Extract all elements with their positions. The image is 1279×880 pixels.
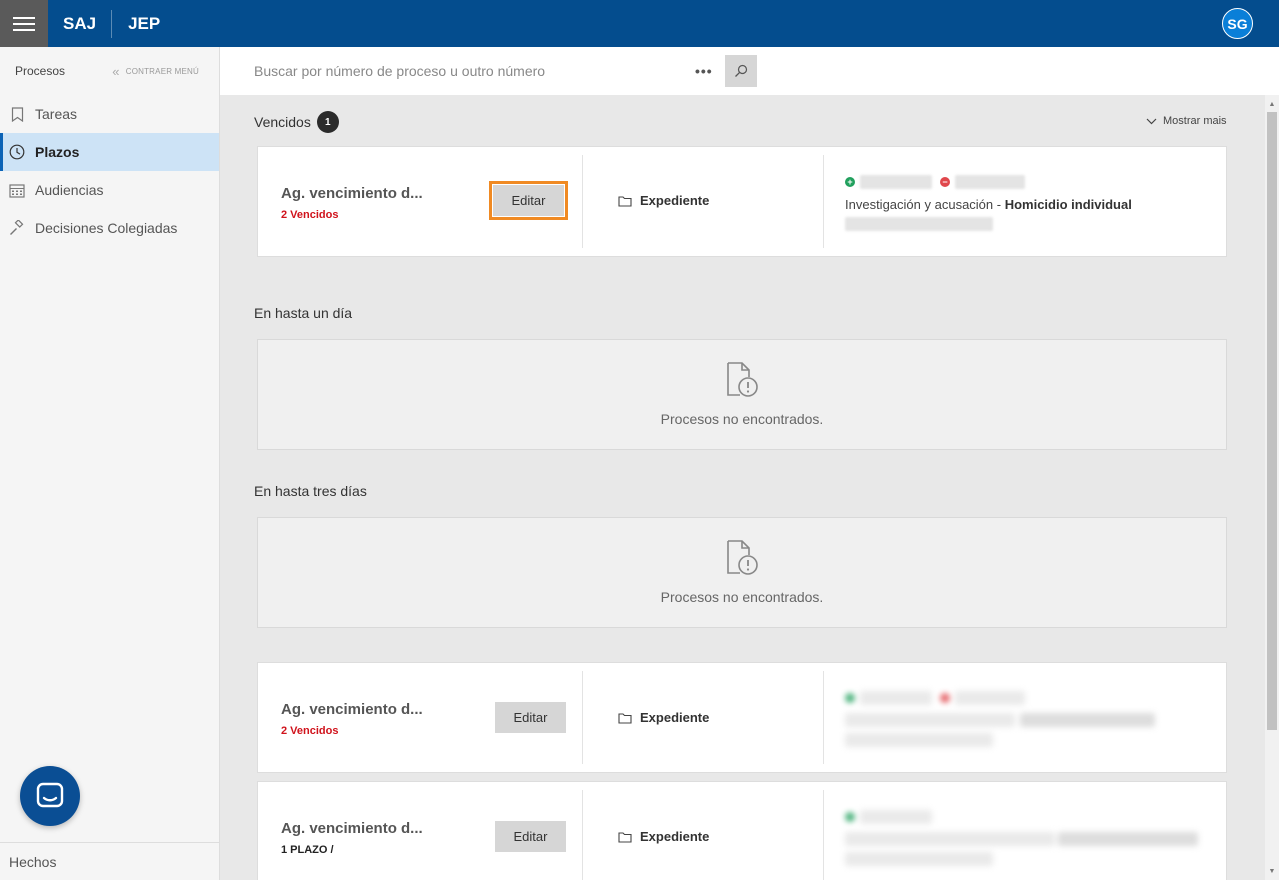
brand-saj[interactable]: SAJ bbox=[48, 10, 111, 38]
sidebar-item-plazos[interactable]: Plazos bbox=[0, 133, 219, 171]
gavel-icon bbox=[9, 220, 25, 236]
expediente-label: Expediente bbox=[640, 193, 710, 208]
clock-icon bbox=[9, 144, 25, 160]
expediente-link[interactable]: Expediente bbox=[618, 710, 709, 725]
section-three-days: En hasta tres días bbox=[254, 483, 367, 499]
folder-icon bbox=[618, 712, 632, 724]
case-phase: Investigación y acusación - bbox=[845, 197, 1005, 212]
sidebar-header: Procesos « CONTRAER MENÚ bbox=[0, 47, 219, 95]
chat-icon bbox=[36, 782, 64, 808]
scroll-down-arrow-icon[interactable]: ▼ bbox=[1265, 864, 1279, 878]
edit-button[interactable]: Editar bbox=[495, 702, 566, 733]
process-card: Ag. vencimiento d... 2 Vencidos Editar E… bbox=[257, 146, 1227, 257]
expediente-label: Expediente bbox=[640, 829, 710, 844]
edit-button[interactable]: Editar bbox=[489, 181, 568, 220]
empty-state: Procesos no encontrados. bbox=[257, 517, 1227, 628]
process-card: Ag. vencimiento d... 2 Vencidos Editar E… bbox=[257, 662, 1227, 773]
folder-icon bbox=[618, 195, 632, 207]
divider bbox=[823, 790, 824, 880]
expediente-link[interactable]: Expediente bbox=[618, 193, 709, 208]
sidebar-item-label: Tareas bbox=[35, 106, 78, 122]
sidebar-item-label: Plazos bbox=[35, 144, 80, 160]
redacted-party bbox=[955, 175, 1025, 189]
divider bbox=[823, 155, 824, 248]
empty-state: Procesos no encontrados. bbox=[257, 339, 1227, 450]
sidebar: Procesos « CONTRAER MENÚ Tareas Plazos A… bbox=[0, 47, 220, 880]
sidebar-item-label: Decisiones Colegiadas bbox=[35, 220, 178, 236]
section-title: Vencidos bbox=[254, 114, 311, 130]
process-card: Ag. vencimiento d... 1 PLAZO / Editar Ex… bbox=[257, 781, 1227, 880]
divider bbox=[823, 671, 824, 764]
chat-widget-button[interactable] bbox=[20, 766, 80, 826]
expediente-link[interactable]: Expediente bbox=[618, 829, 709, 844]
more-options-icon[interactable]: ••• bbox=[695, 63, 713, 79]
hamburger-menu-icon[interactable] bbox=[0, 0, 48, 47]
calendar-icon bbox=[9, 182, 25, 198]
sidebar-item-label: Audiencias bbox=[35, 182, 104, 198]
section-title: En hasta tres días bbox=[254, 483, 367, 499]
case-crime: Homicidio individual bbox=[1004, 197, 1132, 212]
minus-circle-icon: − bbox=[940, 177, 950, 187]
sidebar-item-audiencias[interactable]: Audiencias bbox=[0, 171, 219, 209]
redacted-party bbox=[860, 175, 932, 189]
brand-jep[interactable]: JEP bbox=[111, 9, 175, 38]
empty-state-text: Procesos no encontrados. bbox=[660, 589, 824, 605]
section-one-day: En hasta un día bbox=[254, 305, 352, 321]
show-more-label: Mostrar mais bbox=[1163, 115, 1227, 127]
user-avatar[interactable]: SG bbox=[1222, 8, 1253, 39]
redacted-number bbox=[845, 217, 993, 231]
card-title[interactable]: Ag. vencimiento d... bbox=[281, 820, 423, 837]
sidebar-item-hechos[interactable]: Hechos bbox=[0, 842, 219, 880]
document-warning-icon bbox=[727, 362, 758, 397]
count-badge: 1 bbox=[316, 111, 339, 133]
search-icon bbox=[735, 64, 748, 77]
main-content: Vencidos 1 Mostrar mais Ag. vencimiento … bbox=[220, 95, 1265, 880]
search-bar: ••• bbox=[220, 47, 1279, 95]
collapse-menu-label: CONTRAER MENÚ bbox=[125, 66, 199, 76]
divider bbox=[582, 671, 583, 764]
divider bbox=[582, 790, 583, 880]
chevron-down-icon bbox=[1146, 118, 1157, 124]
scroll-up-arrow-icon[interactable]: ▲ bbox=[1265, 97, 1279, 111]
scrollbar-thumb[interactable] bbox=[1267, 112, 1277, 730]
double-chevron-left-icon: « bbox=[112, 63, 120, 79]
search-input[interactable] bbox=[245, 55, 725, 87]
section-title: En hasta un día bbox=[254, 305, 353, 321]
sidebar-item-tareas[interactable]: Tareas bbox=[0, 95, 219, 133]
case-description: Investigación y acusación - Homicidio in… bbox=[845, 197, 1132, 212]
card-status: 1 PLAZO / bbox=[281, 844, 334, 856]
sidebar-item-decisiones-colegiadas[interactable]: Decisiones Colegiadas bbox=[0, 209, 219, 247]
sidebar-title: Procesos bbox=[15, 64, 66, 78]
card-title[interactable]: Ag. vencimiento d... bbox=[281, 701, 423, 718]
top-bar: SAJ JEP SG bbox=[0, 0, 1279, 47]
section-vencidos: Vencidos 1 bbox=[254, 111, 339, 133]
parties-row: + − bbox=[845, 175, 1025, 189]
empty-state-text: Procesos no encontrados. bbox=[660, 411, 824, 427]
show-more-button[interactable]: Mostrar mais bbox=[1146, 115, 1227, 127]
collapse-menu-button[interactable]: « CONTRAER MENÚ bbox=[112, 64, 199, 79]
edit-button[interactable]: Editar bbox=[495, 821, 566, 852]
expediente-label: Expediente bbox=[640, 710, 710, 725]
card-status: 2 Vencidos bbox=[281, 209, 339, 221]
plus-circle-icon: + bbox=[845, 177, 855, 187]
document-warning-icon bbox=[727, 540, 758, 575]
bookmark-icon bbox=[9, 106, 25, 122]
card-title[interactable]: Ag. vencimiento d... bbox=[281, 185, 423, 202]
card-status: 2 Vencidos bbox=[281, 725, 339, 737]
search-button[interactable] bbox=[725, 55, 757, 87]
divider bbox=[582, 155, 583, 248]
folder-icon bbox=[618, 831, 632, 843]
